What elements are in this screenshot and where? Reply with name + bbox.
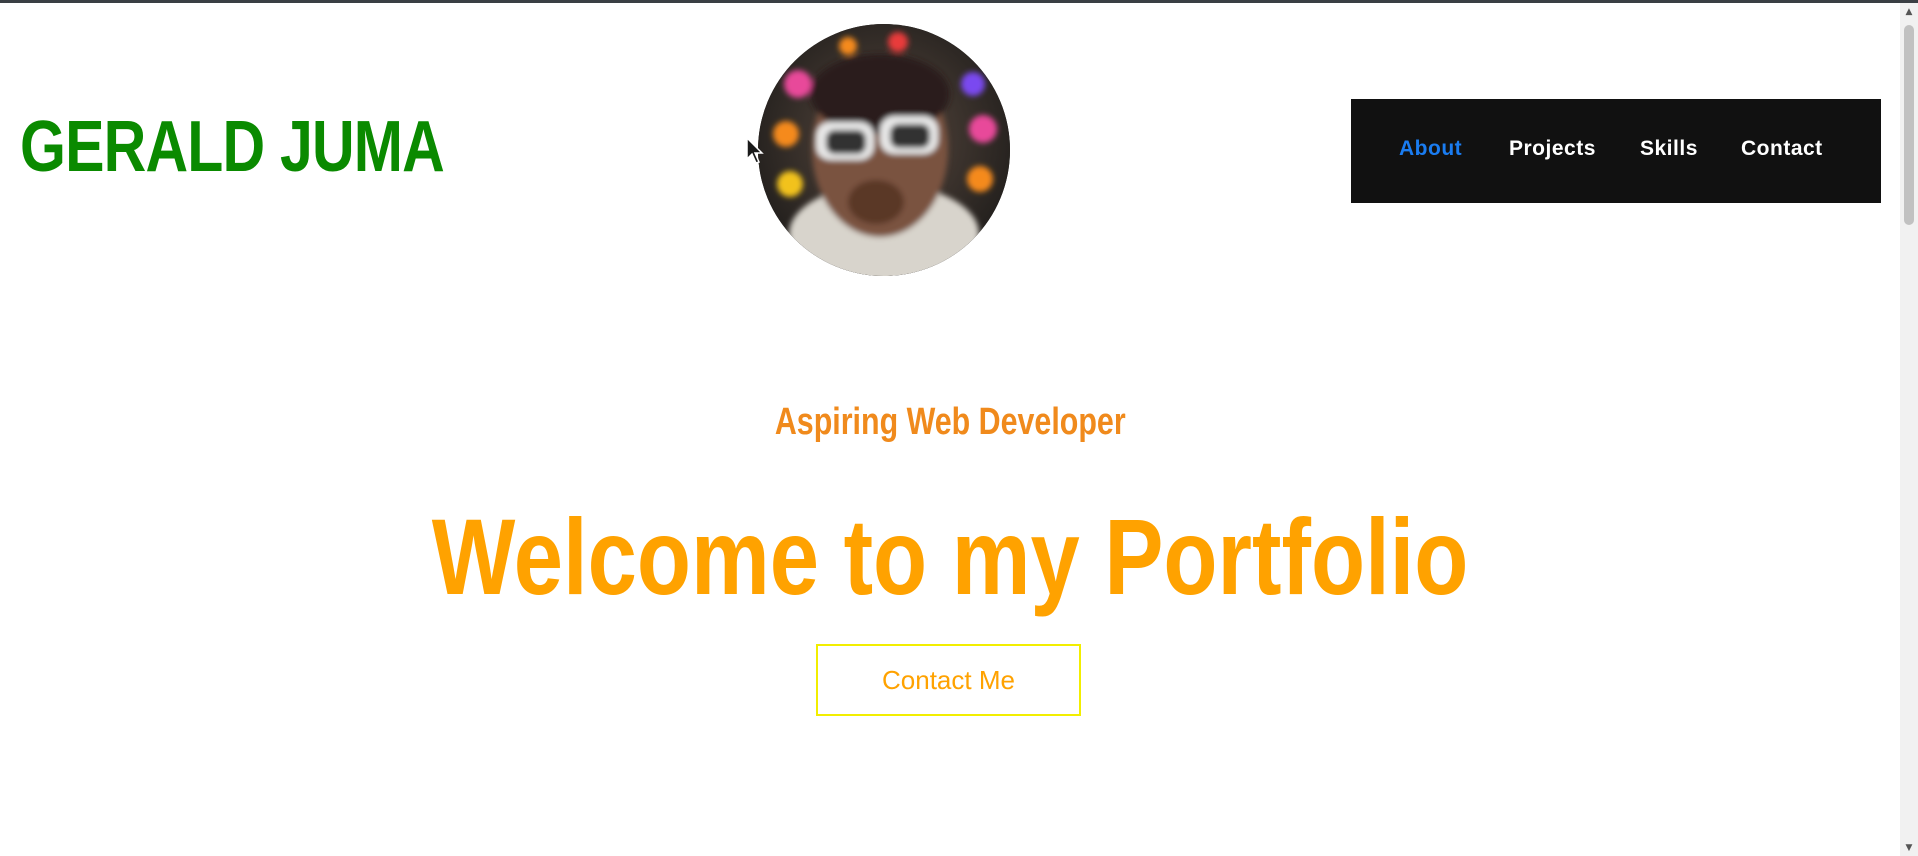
hero-subtitle: Aspiring Web Developer — [0, 403, 1900, 441]
hero-headline-text: Welcome to my Portfolio — [431, 496, 1469, 617]
nav-item-contact[interactable]: Contact — [1741, 137, 1823, 161]
main-nav: About Projects Skills Contact — [1351, 99, 1881, 203]
hero-headline: Welcome to my Portfolio — [0, 503, 1900, 611]
chevron-down-icon[interactable]: ▼ — [1900, 841, 1918, 855]
page: GERALD JUMA About Projects Skills Contac… — [0, 3, 1900, 856]
nav-item-skills[interactable]: Skills — [1640, 137, 1698, 161]
profile-avatar — [758, 24, 1010, 276]
nav-item-projects[interactable]: Projects — [1509, 137, 1596, 161]
mouse-cursor-icon — [746, 137, 764, 164]
chevron-up-icon[interactable]: ▲ — [1900, 5, 1918, 19]
avatar-photo — [758, 24, 1010, 276]
scrollbar-thumb[interactable] — [1904, 25, 1914, 225]
site-brand[interactable]: GERALD JUMA — [20, 111, 445, 183]
nav-item-about[interactable]: About — [1399, 137, 1462, 161]
contact-me-button[interactable]: Contact Me — [816, 644, 1081, 716]
vertical-scrollbar[interactable]: ▲ ▼ — [1900, 3, 1918, 856]
hero-subtitle-text: Aspiring Web Developer — [774, 401, 1126, 443]
